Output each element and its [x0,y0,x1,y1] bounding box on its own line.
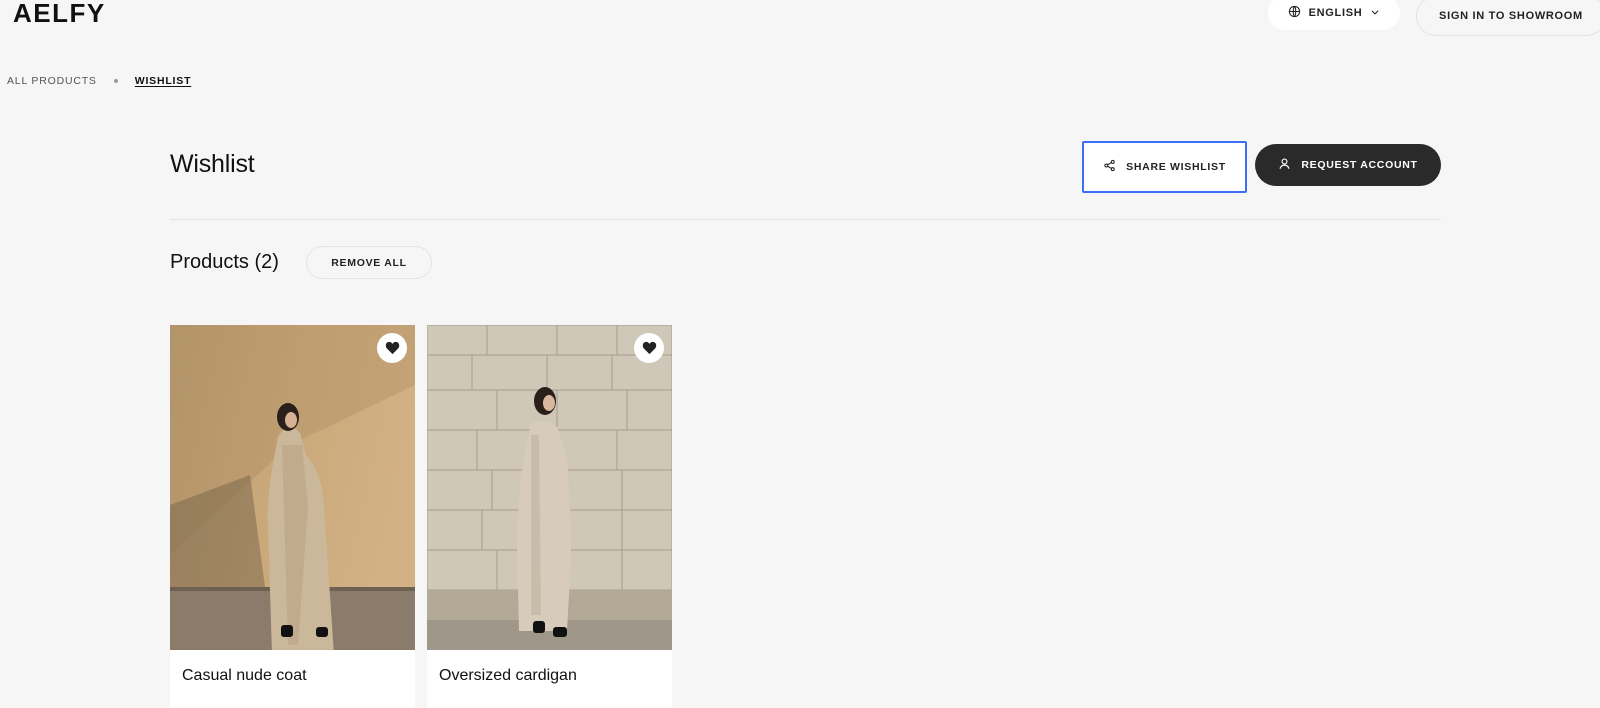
wishlist-toggle-button[interactable] [634,333,664,363]
language-selector[interactable]: ENGLISH [1268,0,1400,30]
wishlist-toggle-button[interactable] [377,333,407,363]
chevron-down-icon [1370,7,1380,20]
globe-icon [1288,5,1301,21]
product-card[interactable]: Casual nude coat [170,325,415,708]
breadcrumb-wishlist[interactable]: WISHLIST [135,75,192,87]
section-divider [170,219,1441,220]
user-icon [1278,157,1291,173]
sign-in-button[interactable]: SIGN IN TO SHOWROOM [1416,0,1600,36]
share-wishlist-button[interactable]: SHARE WISHLIST [1082,141,1247,193]
share-wishlist-label: SHARE WISHLIST [1126,161,1226,173]
product-image[interactable] [170,325,415,650]
brand-logo[interactable]: AELFY [13,0,106,29]
breadcrumb-all-products[interactable]: ALL PRODUCTS [7,75,97,87]
heart-icon [642,341,657,355]
product-image[interactable] [427,325,672,650]
product-card[interactable]: Oversized cardigan [427,325,672,708]
request-account-button[interactable]: REQUEST ACCOUNT [1255,144,1441,186]
products-heading: Products (2) [170,251,279,273]
breadcrumb: ALL PRODUCTS WISHLIST [7,75,191,87]
product-name[interactable]: Oversized cardigan [439,667,577,685]
request-account-label: REQUEST ACCOUNT [1301,159,1418,171]
language-label: ENGLISH [1308,7,1363,19]
share-icon [1103,159,1116,175]
wishlist-page: AELFY ENGLISH SIGN IN TO SHOWROOM ALL PR… [0,0,1600,708]
breadcrumb-separator [113,79,118,83]
remove-all-button[interactable]: REMOVE ALL [306,246,432,279]
page-title: Wishlist [170,150,255,178]
heart-icon [385,341,400,355]
product-name[interactable]: Casual nude coat [182,667,307,685]
